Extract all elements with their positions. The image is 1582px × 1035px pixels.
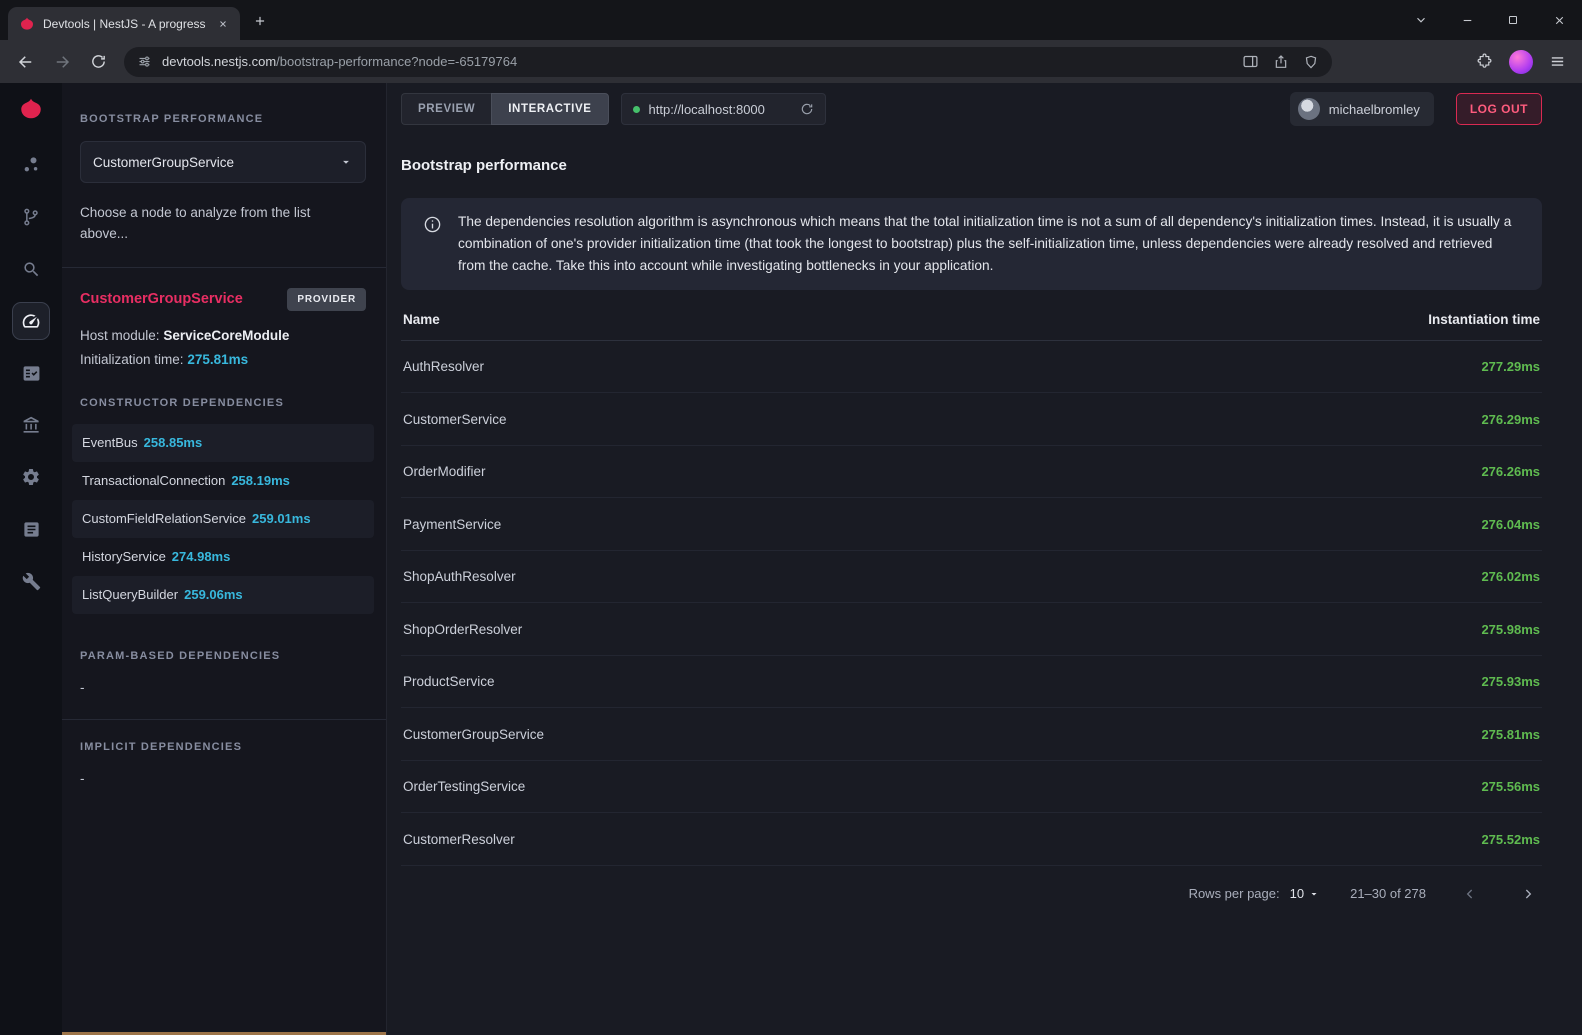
nav-logs-icon[interactable]	[12, 510, 50, 548]
dependency-item[interactable]: ListQueryBuilder 259.06ms	[72, 576, 374, 614]
share-icon[interactable]	[1273, 54, 1289, 70]
target-url-input[interactable]: http://localhost:8000	[621, 93, 826, 125]
status-dot	[633, 106, 640, 113]
selected-node-name: CustomerGroupService	[80, 291, 243, 307]
nav-settings-icon[interactable]	[12, 458, 50, 496]
provider-badge: PROVIDER	[287, 288, 366, 311]
dependency-item[interactable]: HistoryService 274.98ms	[72, 538, 374, 576]
window-controls	[1398, 0, 1582, 40]
table-row[interactable]: OrderTestingService 275.56ms	[401, 761, 1542, 814]
new-tab-button[interactable]	[246, 7, 274, 35]
dependency-item[interactable]: CustomFieldRelationService 259.01ms	[72, 500, 374, 538]
nestjs-favicon-icon	[19, 16, 35, 32]
chevron-down-icon	[1308, 888, 1320, 900]
brave-shield-icon[interactable]	[1303, 54, 1319, 70]
table-row[interactable]: CustomerService 276.29ms	[401, 393, 1542, 446]
info-box: The dependencies resolution algorithm is…	[401, 198, 1542, 290]
host-module-line: Host module: ServiceCoreModule	[80, 328, 366, 343]
browser-window: Devtools | NestJS - A progressive	[0, 0, 1582, 1035]
table-row[interactable]: CustomerResolver 275.52ms	[401, 813, 1542, 866]
nav-modules-icon[interactable]	[12, 406, 50, 444]
dependency-item[interactable]: TransactionalConnection 258.19ms	[72, 462, 374, 500]
nav-audit-icon[interactable]	[12, 354, 50, 392]
sidebar: BOOTSTRAP PERFORMANCE CustomerGroupServi…	[62, 83, 387, 1035]
menu-icon[interactable]	[1549, 53, 1566, 70]
profile-avatar[interactable]	[1509, 50, 1533, 74]
table-row[interactable]: ShopOrderResolver 275.98ms	[401, 603, 1542, 656]
param-deps-title: PARAM-BASED DEPENDENCIES	[80, 650, 366, 662]
tab-search-chevron-icon[interactable]	[1398, 0, 1444, 40]
previous-page-button[interactable]	[1456, 880, 1484, 908]
forward-button[interactable]	[46, 46, 78, 78]
table-row[interactable]: ShopAuthResolver 276.02ms	[401, 551, 1542, 604]
site-info-icon[interactable]	[137, 54, 152, 69]
nav-performance-icon[interactable]	[12, 302, 50, 340]
divider	[62, 719, 386, 720]
rows-per-page: Rows per page: 10	[1189, 886, 1321, 901]
divider	[62, 267, 386, 268]
constructor-deps-title: CONSTRUCTOR DEPENDENCIES	[80, 397, 366, 409]
back-button[interactable]	[10, 46, 42, 78]
nav-inspect-icon[interactable]	[12, 250, 50, 288]
node-select[interactable]: CustomerGroupService	[80, 141, 366, 183]
implicit-deps-value: -	[80, 771, 366, 786]
browser-tab[interactable]: Devtools | NestJS - A progressive	[8, 7, 240, 40]
nestjs-logo	[18, 96, 44, 122]
logout-button[interactable]: LOG OUT	[1456, 93, 1542, 125]
chevron-down-icon	[339, 155, 353, 169]
host-module-value: ServiceCoreModule	[163, 328, 289, 343]
pagination-range: 21–30 of 278	[1350, 886, 1426, 901]
info-text: The dependencies resolution algorithm is…	[458, 211, 1520, 277]
nav-rail	[0, 83, 62, 1035]
nav-graph-icon[interactable]	[12, 146, 50, 184]
tab-title: Devtools | NestJS - A progressive	[43, 17, 206, 31]
column-name: Name	[403, 312, 440, 327]
dependency-item[interactable]: EventBus 258.85ms	[72, 424, 374, 462]
page-title: Bootstrap performance	[401, 157, 1542, 174]
node-select-value: CustomerGroupService	[93, 155, 234, 170]
reload-button[interactable]	[82, 46, 114, 78]
column-instantiation-time: Instantiation time	[1428, 312, 1540, 327]
table-row[interactable]: ProductService 275.93ms	[401, 656, 1542, 709]
nav-flow-icon[interactable]	[12, 198, 50, 236]
table-row[interactable]: CustomerGroupService 275.81ms	[401, 708, 1542, 761]
perf-table-body: AuthResolver 277.29ms CustomerService 27…	[401, 341, 1542, 866]
init-time-line: Initialization time: 275.81ms	[80, 352, 366, 367]
minimize-button[interactable]	[1444, 0, 1490, 40]
table-row[interactable]: OrderModifier 276.26ms	[401, 446, 1542, 499]
user-avatar	[1298, 98, 1320, 120]
browser-toolbar: devtools.nestjs.com/bootstrap-performanc…	[0, 40, 1582, 83]
info-icon	[423, 215, 442, 277]
maximize-button[interactable]	[1490, 0, 1536, 40]
close-button[interactable]	[1536, 0, 1582, 40]
app-root: BOOTSTRAP PERFORMANCE CustomerGroupServi…	[0, 83, 1582, 1035]
param-deps-value: -	[80, 680, 366, 695]
sidebar-toggle-icon[interactable]	[1242, 53, 1259, 70]
implicit-deps-title: IMPLICIT DEPENDENCIES	[80, 741, 366, 753]
table-header: Name Instantiation time	[401, 290, 1542, 341]
main-content: PREVIEW INTERACTIVE http://localhost:800…	[387, 83, 1582, 1035]
tab-close-icon[interactable]	[214, 15, 232, 33]
rows-per-page-select[interactable]: 10	[1290, 886, 1320, 901]
username: michaelbromley	[1329, 102, 1420, 117]
interactive-tab[interactable]: INTERACTIVE	[491, 93, 608, 125]
tab-strip: Devtools | NestJS - A progressive	[0, 0, 1582, 40]
sidebar-hint: Choose a node to analyze from the list a…	[80, 203, 332, 245]
main-header: PREVIEW INTERACTIVE http://localhost:800…	[401, 83, 1542, 135]
constructor-deps-list: EventBus 258.85ms TransactionalConnectio…	[72, 424, 374, 614]
user-menu[interactable]: michaelbromley	[1290, 92, 1434, 126]
sidebar-section-title: BOOTSTRAP PERFORMANCE	[80, 113, 366, 125]
next-page-button[interactable]	[1514, 880, 1542, 908]
nav-sandbox-icon[interactable]	[12, 562, 50, 600]
table-row[interactable]: PaymentService 276.04ms	[401, 498, 1542, 551]
extensions-icon[interactable]	[1476, 53, 1493, 70]
pagination: Rows per page: 10 21–30 of 278	[401, 866, 1542, 922]
url-bar[interactable]: devtools.nestjs.com/bootstrap-performanc…	[124, 47, 1332, 77]
refresh-icon[interactable]	[800, 102, 814, 116]
target-url-value: http://localhost:8000	[649, 102, 765, 117]
table-row[interactable]: AuthResolver 277.29ms	[401, 341, 1542, 394]
init-time-value: 275.81ms	[187, 352, 248, 367]
preview-tab[interactable]: PREVIEW	[401, 93, 491, 125]
url-text: devtools.nestjs.com/bootstrap-performanc…	[162, 54, 517, 69]
